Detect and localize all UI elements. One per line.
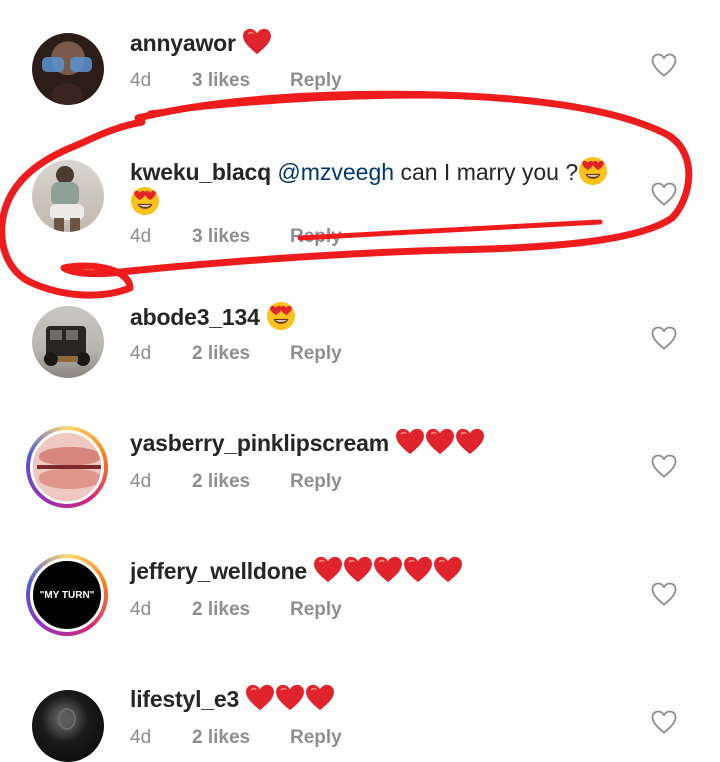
red-heart-icon [455,428,485,455]
comment-meta: 4d 2 likes Reply [130,343,342,365]
comment-meta: 4d 3 likes Reply [130,226,342,248]
red-heart-icon [245,684,275,711]
comment-line: lifestyl_e3 [130,684,335,714]
red-heart-icon [313,556,343,583]
red-heart-icon [305,684,335,711]
avatar[interactable] [32,306,104,378]
comment-username[interactable]: yasberry_pinklipscream [130,430,389,456]
red-heart-icon [343,556,373,583]
avatar[interactable] [32,690,104,762]
comment-time[interactable]: 4d [130,727,192,749]
comment-meta: 4d 2 likes Reply [130,471,342,493]
comment-time[interactable]: 4d [130,343,192,365]
reply-button[interactable]: Reply [290,70,342,92]
avatar: "MY TURN" [30,558,104,632]
avatar[interactable] [32,33,104,105]
comment-likes[interactable]: 2 likes [192,471,290,493]
heart-eyes-face-icon [578,156,608,186]
story-avatar[interactable]: "MY TURN" [26,554,108,636]
like-heart-icon[interactable] [651,182,677,206]
comment-time[interactable]: 4d [130,471,192,493]
comment-likes[interactable]: 3 likes [192,70,290,92]
comment-text: can I marry you ? [400,159,579,185]
like-heart-icon[interactable] [651,326,677,350]
comment-likes[interactable]: 2 likes [192,727,290,749]
comment-time[interactable]: 4d [130,599,192,621]
comment-meta: 4d 2 likes Reply [130,599,342,621]
comment-line: abode3_134 [130,301,296,332]
comment-line-continued [130,186,160,217]
comment-likes[interactable]: 2 likes [192,343,290,365]
red-heart-icon [373,556,403,583]
reply-button[interactable]: Reply [290,226,342,248]
comment-username[interactable]: annyawor [130,30,236,56]
highlight-annotation [0,90,693,299]
comment-likes[interactable]: 3 likes [192,226,290,248]
comment-time[interactable]: 4d [130,70,192,92]
comment-line: kweku_blacq @mzveegh can I marry you ? [130,156,608,187]
comment-line: yasberry_pinklipscream [130,428,485,458]
red-heart-icon [242,28,272,55]
comment-username[interactable]: abode3_134 [130,304,260,330]
avatar[interactable] [32,160,104,232]
red-heart-icon [403,556,433,583]
comment-mention[interactable]: @mzveegh [277,159,394,185]
comment-likes[interactable]: 2 likes [192,599,290,621]
red-heart-icon [275,684,305,711]
comment-username[interactable]: jeffery_welldone [130,558,307,584]
story-avatar[interactable] [26,426,108,508]
like-heart-icon[interactable] [651,582,677,606]
like-heart-icon[interactable] [651,454,677,478]
comment-time[interactable]: 4d [130,226,192,248]
heart-eyes-face-icon [130,186,160,216]
like-heart-icon[interactable] [651,710,677,734]
comment-meta: 4d 3 likes Reply [130,70,342,92]
reply-button[interactable]: Reply [290,727,342,749]
reply-button[interactable]: Reply [290,599,342,621]
heart-eyes-face-icon [266,301,296,331]
like-heart-icon[interactable] [651,53,677,77]
reply-button[interactable]: Reply [290,343,342,365]
comment-username[interactable]: kweku_blacq [130,159,271,185]
comment-username[interactable]: lifestyl_e3 [130,686,239,712]
avatar-caption: "MY TURN" [39,589,95,601]
comment-line: annyawor [130,28,272,58]
reply-button[interactable]: Reply [290,471,342,493]
comment-line: jeffery_welldone [130,556,463,586]
red-heart-icon [425,428,455,455]
comment-meta: 4d 2 likes Reply [130,727,342,749]
red-heart-icon [433,556,463,583]
red-heart-icon [395,428,425,455]
avatar [30,430,104,504]
